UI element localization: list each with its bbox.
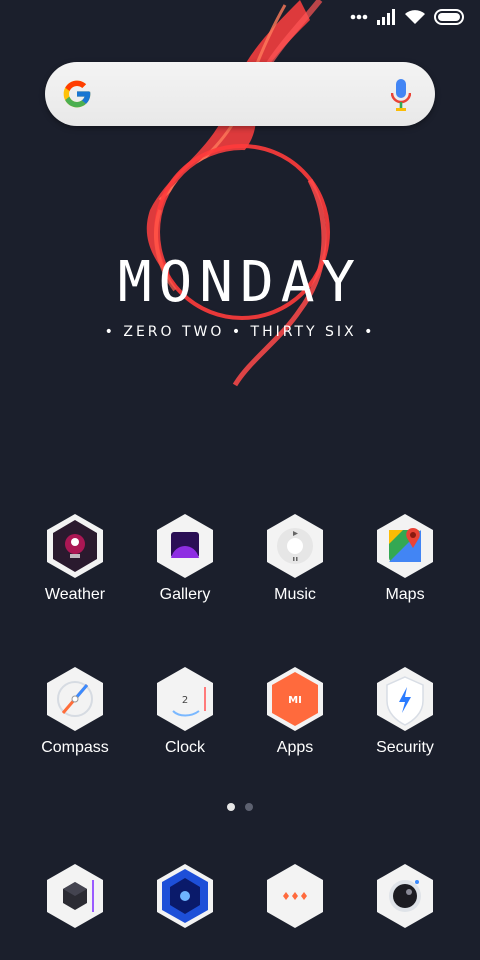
day-of-week: MONDAY: [117, 250, 363, 315]
app-label: Music: [274, 586, 316, 603]
app-label: Maps: [385, 586, 425, 603]
app-label: Compass: [41, 739, 109, 756]
app-label: Gallery: [159, 586, 211, 603]
app-label: Apps: [276, 739, 314, 756]
gallery-app-icon: [157, 514, 213, 578]
page-dot-2[interactable]: [245, 803, 253, 811]
blue-portal-app-icon: [157, 864, 213, 928]
signal-icon: [377, 9, 395, 25]
google-search-bar[interactable]: [45, 62, 435, 126]
app-label: Security: [376, 739, 434, 756]
clock-app-icon: 2: [157, 667, 213, 731]
wifi-icon: [405, 10, 425, 24]
app-apps[interactable]: MI Apps: [240, 665, 350, 757]
app-label: Clock: [164, 739, 205, 756]
app-maps[interactable]: Maps: [350, 512, 460, 604]
app-compass[interactable]: Compass: [20, 665, 130, 757]
app-weather[interactable]: Weather: [20, 512, 130, 604]
cube-app-icon: [47, 864, 103, 928]
microphone-icon[interactable]: [391, 79, 411, 111]
maps-app-icon: [377, 514, 433, 578]
camera-app-icon: [377, 864, 433, 928]
shield-icon: [377, 667, 433, 731]
app-music[interactable]: Music: [240, 512, 350, 604]
google-g-icon: [63, 80, 91, 108]
weather-app-icon: [47, 514, 103, 578]
app-security[interactable]: Security: [350, 665, 460, 757]
svg-text:MI: MI: [288, 695, 302, 706]
dock-app-4[interactable]: [350, 862, 460, 930]
page-indicator[interactable]: [0, 803, 480, 811]
dock-app-2[interactable]: [130, 862, 240, 930]
mi-apps-icon: MI: [267, 667, 323, 731]
dock-app-3[interactable]: [240, 862, 350, 930]
app-gallery[interactable]: Gallery: [130, 512, 240, 604]
time-in-words: • ZERO TWO • THIRTY SIX •: [104, 324, 376, 340]
battery-icon: [434, 9, 464, 25]
music-app-icon: [267, 514, 323, 578]
messaging-dots-app-icon: [267, 864, 323, 928]
dock-app-1[interactable]: [20, 862, 130, 930]
svg-text:2: 2: [182, 695, 188, 706]
status-bar: [350, 6, 466, 28]
page-dot-1[interactable]: [227, 803, 235, 811]
compass-app-icon: [47, 667, 103, 731]
app-clock[interactable]: 2 Clock: [130, 665, 240, 757]
app-label: Weather: [44, 586, 106, 603]
more-dots-icon: [350, 14, 368, 20]
